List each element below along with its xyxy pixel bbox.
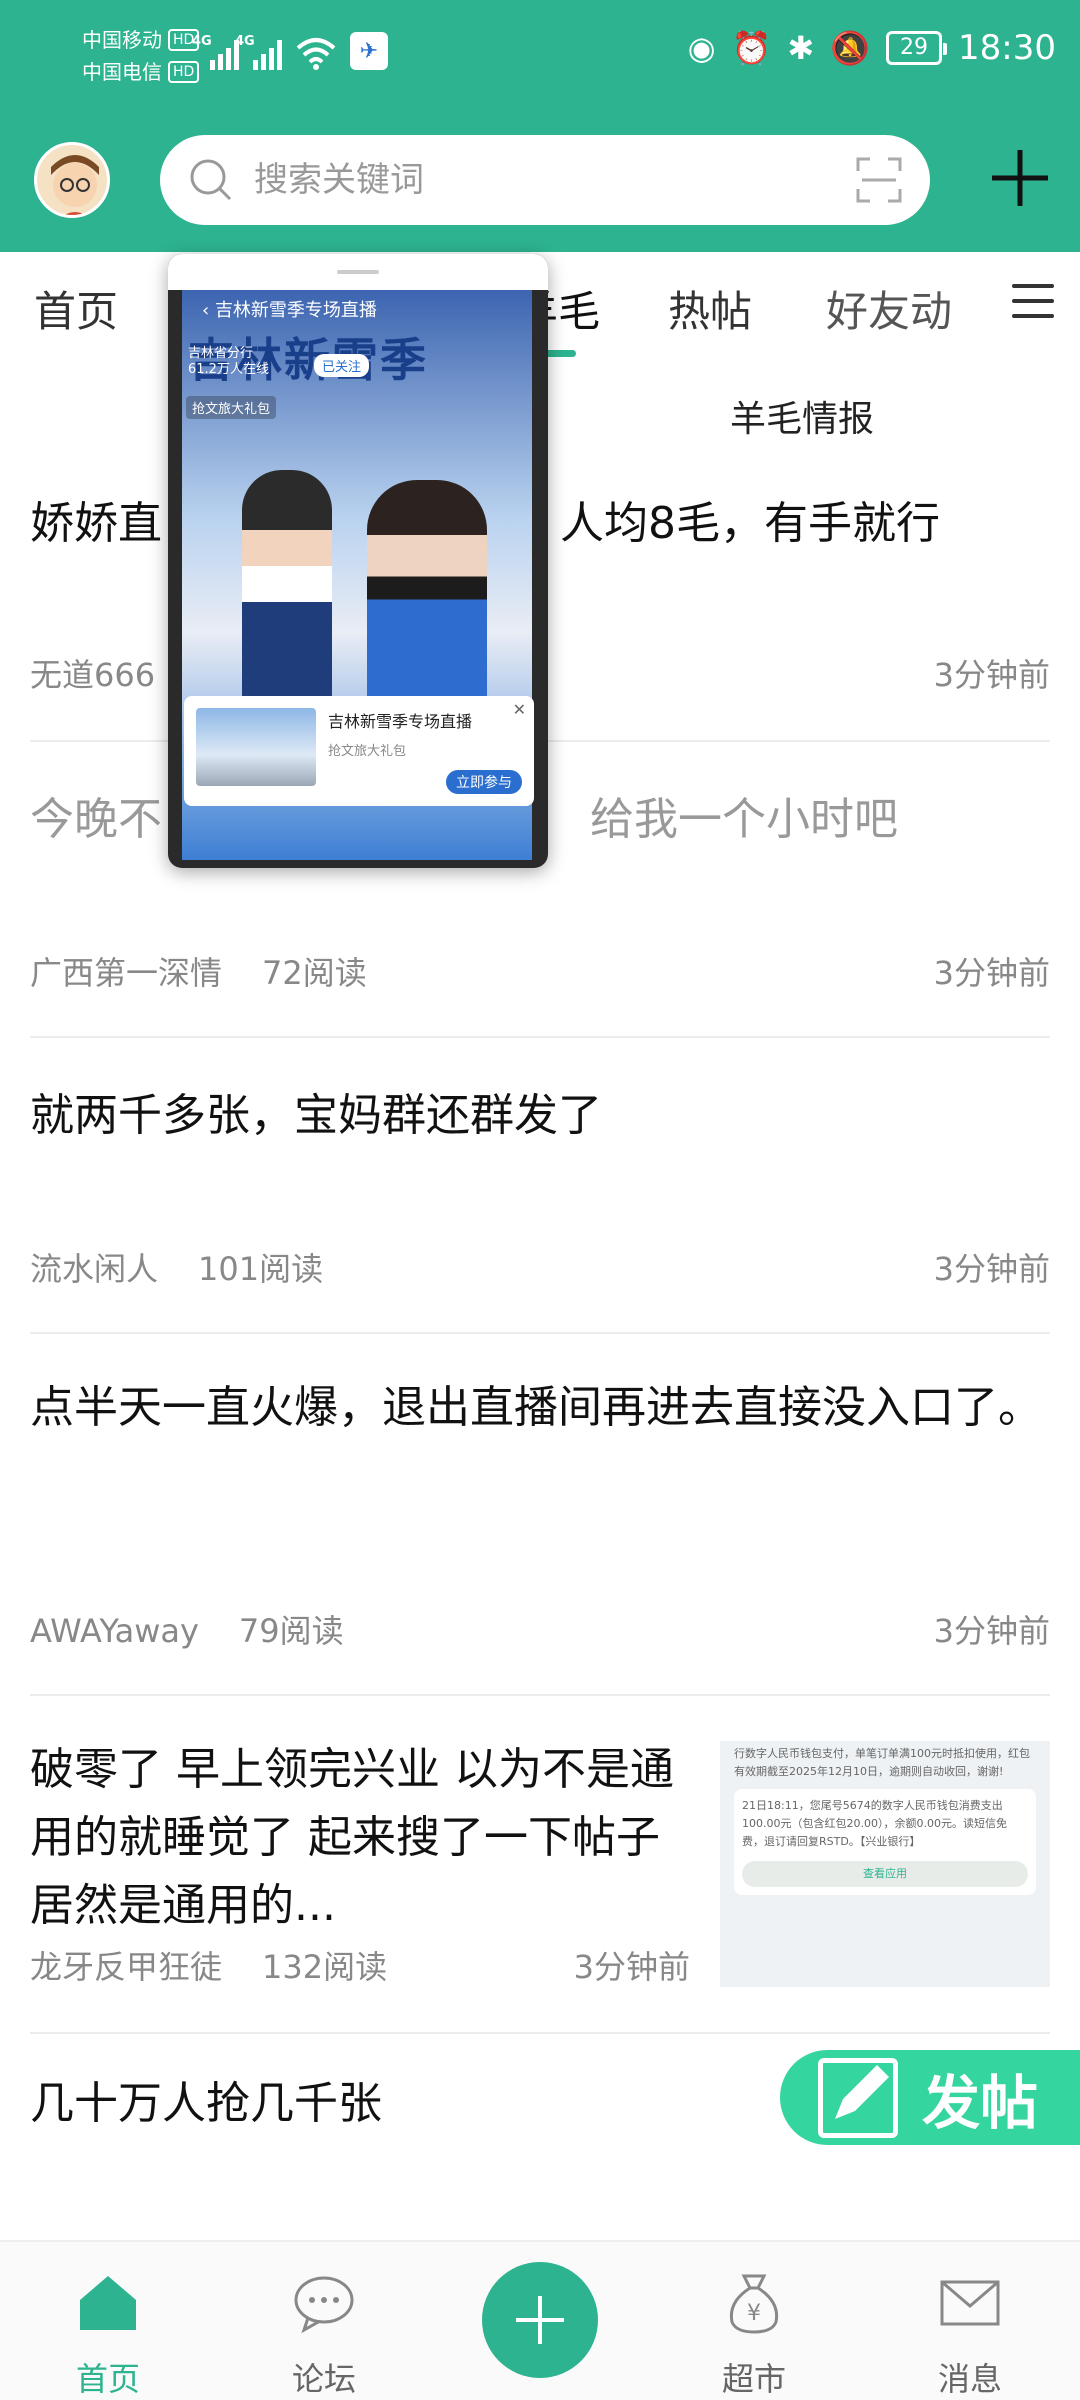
post-time: 3分钟前 bbox=[933, 656, 1050, 694]
post-reads: 79阅读 bbox=[238, 1612, 344, 1650]
money-bag-icon: ¥ bbox=[729, 2274, 779, 2334]
menu-icon[interactable] bbox=[1012, 284, 1054, 320]
nav-home[interactable]: 首页 bbox=[38, 2272, 178, 2400]
post-title-suffix: 人均8毛，有手就行 bbox=[560, 498, 940, 549]
section-subtitle: 羊毛情报 bbox=[730, 399, 875, 440]
join-button[interactable]: 立即参与 bbox=[446, 770, 522, 794]
drag-handle[interactable] bbox=[168, 254, 548, 290]
post-author[interactable]: AWAYaway bbox=[30, 1612, 199, 1650]
nav-forum-label: 论坛 bbox=[291, 2360, 356, 2398]
host-left bbox=[242, 470, 332, 710]
thumb-text-2: 21日18:11，您尾号5674的数字人民币钱包消费支出100.00元（包含红包… bbox=[742, 1799, 1007, 1848]
search-box[interactable] bbox=[160, 135, 930, 225]
nav-market-label: 超市 bbox=[721, 2360, 786, 2398]
post-time: 3分钟前 bbox=[933, 1250, 1050, 1288]
post-time: 3分钟前 bbox=[933, 954, 1050, 992]
post-item[interactable]: 破零了 早上领完兴业 以为不是通用的就睡觉了 起来搜了一下帖子 居然是通用的..… bbox=[30, 1696, 1050, 2034]
mute-icon: 🔕 bbox=[830, 29, 871, 67]
follow-badge[interactable]: 已关注 bbox=[314, 354, 370, 377]
signal-icons: 4G 4G ✈ bbox=[192, 32, 388, 70]
host-right bbox=[367, 480, 487, 710]
status-bar: 中国移动 HD 中国电信 HD 4G 4G ✈ ◉ ⏰ ✱ 🔕 29 18:30 bbox=[0, 0, 1080, 130]
post-meta: AWAYaway 79阅读 bbox=[30, 1606, 344, 1652]
nav-home-label: 首页 bbox=[75, 2360, 140, 2398]
new-post-button[interactable]: 发帖 bbox=[780, 2050, 1080, 2145]
close-icon[interactable]: ✕ bbox=[513, 700, 526, 719]
add-icon[interactable] bbox=[988, 146, 1052, 210]
plus-icon bbox=[516, 2296, 564, 2344]
svg-text:¥: ¥ bbox=[747, 2301, 761, 2326]
chat-icon bbox=[294, 2276, 354, 2334]
thumb-button: 查看应用 bbox=[742, 1861, 1028, 1887]
live-stream-popup[interactable]: ‹ 吉林新雪季专场直播 吉林新雪季 吉林省分行 61.2万人在线 已关注 抢文旅大… bbox=[168, 254, 548, 868]
post-reads: 101阅读 bbox=[198, 1250, 324, 1288]
app-notification-icon: ✈ bbox=[350, 32, 388, 70]
center-add-button[interactable] bbox=[482, 2262, 598, 2378]
scan-icon[interactable] bbox=[856, 157, 902, 203]
post-meta: 无道666 bbox=[30, 650, 155, 696]
bluetooth-icon: ✱ bbox=[787, 29, 815, 67]
post-time: 3分钟前 bbox=[933, 1612, 1050, 1650]
nav-forum[interactable]: 论坛 bbox=[254, 2272, 394, 2400]
post-author[interactable]: 无道666 bbox=[30, 656, 155, 694]
mail-icon bbox=[940, 2280, 1000, 2326]
post-item[interactable]: 就两千多张，宝妈群还群发了 流水闲人 101阅读 3分钟前 bbox=[30, 1038, 1050, 1334]
carrier-2: 中国电信 bbox=[82, 60, 162, 84]
search-input[interactable] bbox=[254, 160, 856, 200]
clock: 18:30 bbox=[958, 28, 1056, 68]
post-meta: 流水闲人 101阅读 bbox=[30, 1244, 323, 1290]
ad-card[interactable]: 吉林新雪季专场直播 抢文旅大礼包 立即参与 ✕ bbox=[184, 696, 534, 806]
post-time: 3分钟前 bbox=[573, 1948, 690, 1986]
tab-friends[interactable]: 好友动 bbox=[826, 278, 952, 339]
tab-home[interactable]: 首页 bbox=[34, 278, 118, 339]
ad-title: 吉林新雪季专场直播 bbox=[328, 712, 473, 731]
post-reads: 72阅读 bbox=[262, 954, 367, 992]
thumb-text-1: 行数字人民币钱包支付，单笔订单满100元时抵扣使用，红包有效期截至2025年12… bbox=[734, 1747, 1030, 1778]
search-icon bbox=[190, 159, 232, 201]
post-title: 今晚不 bbox=[30, 794, 162, 845]
wifi-icon bbox=[296, 38, 336, 70]
post-meta: 广西第一深情 72阅读 bbox=[30, 948, 367, 994]
ad-image bbox=[196, 708, 316, 786]
post-author[interactable]: 广西第一深情 bbox=[30, 954, 222, 992]
post-item[interactable]: 点半天一直火爆，退出直播间再进去直接没入口了。 AWAYaway 79阅读 3分钟… bbox=[30, 1334, 1050, 1696]
new-post-label: 发帖 bbox=[922, 2068, 1039, 2137]
post-title: 就两千多张，宝妈群还群发了 bbox=[30, 1090, 602, 1141]
post-author[interactable]: 流水闲人 bbox=[30, 1250, 158, 1288]
edit-icon bbox=[818, 2057, 898, 2138]
post-title: 几十万人抢几千张 bbox=[30, 2078, 382, 2129]
ad-subtitle: 抢文旅大礼包 bbox=[328, 744, 407, 759]
alarm-icon: ⏰ bbox=[731, 29, 772, 67]
avatar[interactable] bbox=[34, 142, 110, 218]
tab-hot[interactable]: 热帖 bbox=[668, 278, 752, 339]
post-reads: 132阅读 bbox=[262, 1948, 388, 1986]
hd-badge: HD bbox=[168, 61, 200, 83]
carrier-info: 中国移动 HD 中国电信 HD bbox=[82, 24, 200, 88]
system-icons: ◉ ⏰ ✱ 🔕 29 18:30 bbox=[688, 28, 1056, 68]
post-thumbnail[interactable]: 行数字人民币钱包支付，单笔订单满100元时抵扣使用，红包有效期截至2025年12… bbox=[720, 1741, 1050, 1987]
battery-icon: 29 bbox=[886, 31, 948, 65]
nav-market[interactable]: ¥ 超市 bbox=[684, 2272, 824, 2400]
thumb-card: 21日18:11，您尾号5674的数字人民币钱包消费支出100.00元（包含红包… bbox=[734, 1789, 1036, 1895]
channel-info: 吉林省分行 61.2万人在线 bbox=[188, 346, 269, 377]
nav-messages-label: 消息 bbox=[937, 2360, 1002, 2398]
gift-tag[interactable]: 抢文旅大礼包 bbox=[186, 396, 277, 419]
top-bar bbox=[0, 130, 1080, 252]
post-author[interactable]: 龙牙反甲狂徒 bbox=[30, 1948, 222, 1986]
signal-icon: 4G bbox=[235, 34, 282, 70]
post-title: 点半天一直火爆，退出直播间再进去直接没入口了。 bbox=[30, 1382, 1042, 1433]
nav-messages[interactable]: 消息 bbox=[900, 2272, 1040, 2400]
post-title-suffix: 给我一个小时吧 bbox=[590, 794, 898, 845]
post-title: 破零了 早上领完兴业 以为不是通用的就睡觉了 起来搜了一下帖子 居然是通用的..… bbox=[30, 1744, 674, 1931]
carrier-1: 中国移动 bbox=[82, 28, 162, 52]
home-icon bbox=[80, 2276, 136, 2330]
post-meta: 龙牙反甲狂徒 132阅读 bbox=[30, 1942, 387, 1988]
back-icon[interactable]: ‹ bbox=[202, 300, 209, 321]
eye-icon: ◉ bbox=[687, 29, 716, 67]
post-title: 娇娇直 bbox=[30, 498, 162, 549]
